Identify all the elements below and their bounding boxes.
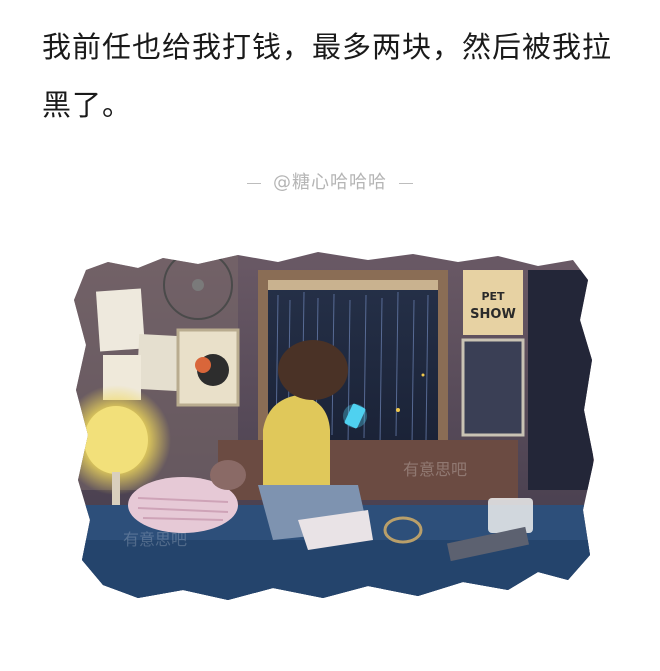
poster-bridge <box>461 338 525 437</box>
watermark: 有意思吧 <box>403 460 467 479</box>
svg-text:SHOW: SHOW <box>470 307 516 322</box>
svg-text:PET: PET <box>481 290 505 303</box>
watermark: 有意思吧 <box>123 530 187 549</box>
poster-pet-show: PET SHOW <box>463 270 523 335</box>
left-divider <box>247 182 261 184</box>
author-handle[interactable]: @糖心哈哈哈 <box>273 172 387 193</box>
right-divider <box>399 182 413 184</box>
illustration-image: PET SHOW 有意思吧 有意思吧 <box>74 252 594 600</box>
author-credit: @糖心哈哈哈 <box>0 168 660 194</box>
post-text: 我前任也给我打钱，最多两块，然后被我拉黑了。 <box>42 30 613 122</box>
